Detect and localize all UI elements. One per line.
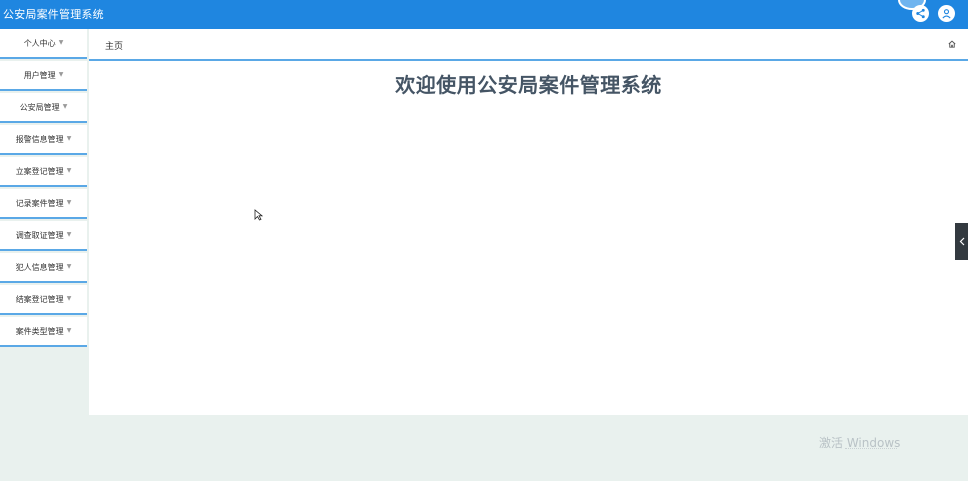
chevron-down-icon: ▼ bbox=[58, 38, 64, 46]
sidebar-item-case-records[interactable]: 记录案件管理 ▼ bbox=[0, 189, 87, 219]
watermark-underline bbox=[845, 448, 897, 451]
sidebar-item-label: 犯人信息管理 bbox=[15, 262, 64, 272]
chevron-down-icon: ▼ bbox=[66, 262, 72, 270]
chevron-down-icon: ▼ bbox=[66, 230, 72, 238]
sidebar-item-case-types[interactable]: 案件类型管理 ▼ bbox=[0, 317, 87, 347]
sidebar-item-label: 结案登记管理 bbox=[15, 294, 64, 304]
app-title: 公安局案件管理系统 bbox=[3, 8, 104, 21]
user-icon bbox=[942, 9, 951, 19]
home-icon[interactable] bbox=[948, 40, 956, 48]
sidebar-item-label: 记录案件管理 bbox=[15, 198, 64, 208]
chevron-down-icon: ▼ bbox=[66, 294, 72, 302]
chevron-down-icon: ▼ bbox=[58, 70, 64, 78]
share-button[interactable] bbox=[912, 5, 929, 22]
chevron-down-icon: ▼ bbox=[66, 198, 72, 206]
chevron-down-icon: ▼ bbox=[62, 102, 68, 110]
sidebar-item-label: 立案登记管理 bbox=[15, 166, 64, 176]
sidebar-item-case-filing[interactable]: 立案登记管理 ▼ bbox=[0, 157, 87, 187]
chevron-down-icon: ▼ bbox=[66, 326, 72, 334]
sidebar-item-case-closing[interactable]: 结案登记管理 ▼ bbox=[0, 285, 87, 315]
sidebar-item-users[interactable]: 用户管理 ▼ bbox=[0, 61, 87, 91]
breadcrumb: 主页 bbox=[89, 29, 968, 61]
sidebar-item-criminal-info[interactable]: 犯人信息管理 ▼ bbox=[0, 253, 87, 283]
welcome-heading: 欢迎使用公安局案件管理系统 bbox=[395, 73, 662, 97]
sidebar-item-alarm-info[interactable]: 报警信息管理 ▼ bbox=[0, 125, 87, 155]
chevron-down-icon: ▼ bbox=[66, 134, 72, 142]
sidebar-item-evidence[interactable]: 调查取证管理 ▼ bbox=[0, 221, 87, 251]
chevron-left-icon bbox=[959, 237, 964, 246]
main-content: 主页 欢迎使用公安局案件管理系统 bbox=[89, 29, 968, 415]
sidebar-item-label: 调查取证管理 bbox=[15, 230, 64, 240]
chevron-down-icon: ▼ bbox=[66, 166, 72, 174]
sidebar-item-label: 用户管理 bbox=[23, 70, 56, 80]
sidebar-item-label: 个人中心 bbox=[23, 38, 56, 48]
sidebar-item-label: 报警信息管理 bbox=[15, 134, 64, 144]
top-header: 公安局案件管理系统 bbox=[0, 0, 968, 29]
user-button[interactable] bbox=[938, 5, 955, 22]
mouse-cursor-icon bbox=[254, 209, 263, 221]
sidebar-item-personal-center[interactable]: 个人中心 ▼ bbox=[0, 29, 87, 59]
sidebar-item-label: 公安局管理 bbox=[19, 102, 60, 112]
breadcrumb-home[interactable]: 主页 bbox=[105, 39, 123, 52]
sidebar: 个人中心 ▼ 用户管理 ▼ 公安局管理 ▼ 报警信息管理 ▼ 立案登记管理 ▼ 记录案件管… bbox=[0, 29, 88, 481]
sidebar-item-police-bureau[interactable]: 公安局管理 ▼ bbox=[0, 93, 87, 123]
panel-toggle-button[interactable] bbox=[955, 223, 968, 260]
share-icon bbox=[916, 8, 925, 19]
sidebar-item-label: 案件类型管理 bbox=[15, 326, 64, 336]
